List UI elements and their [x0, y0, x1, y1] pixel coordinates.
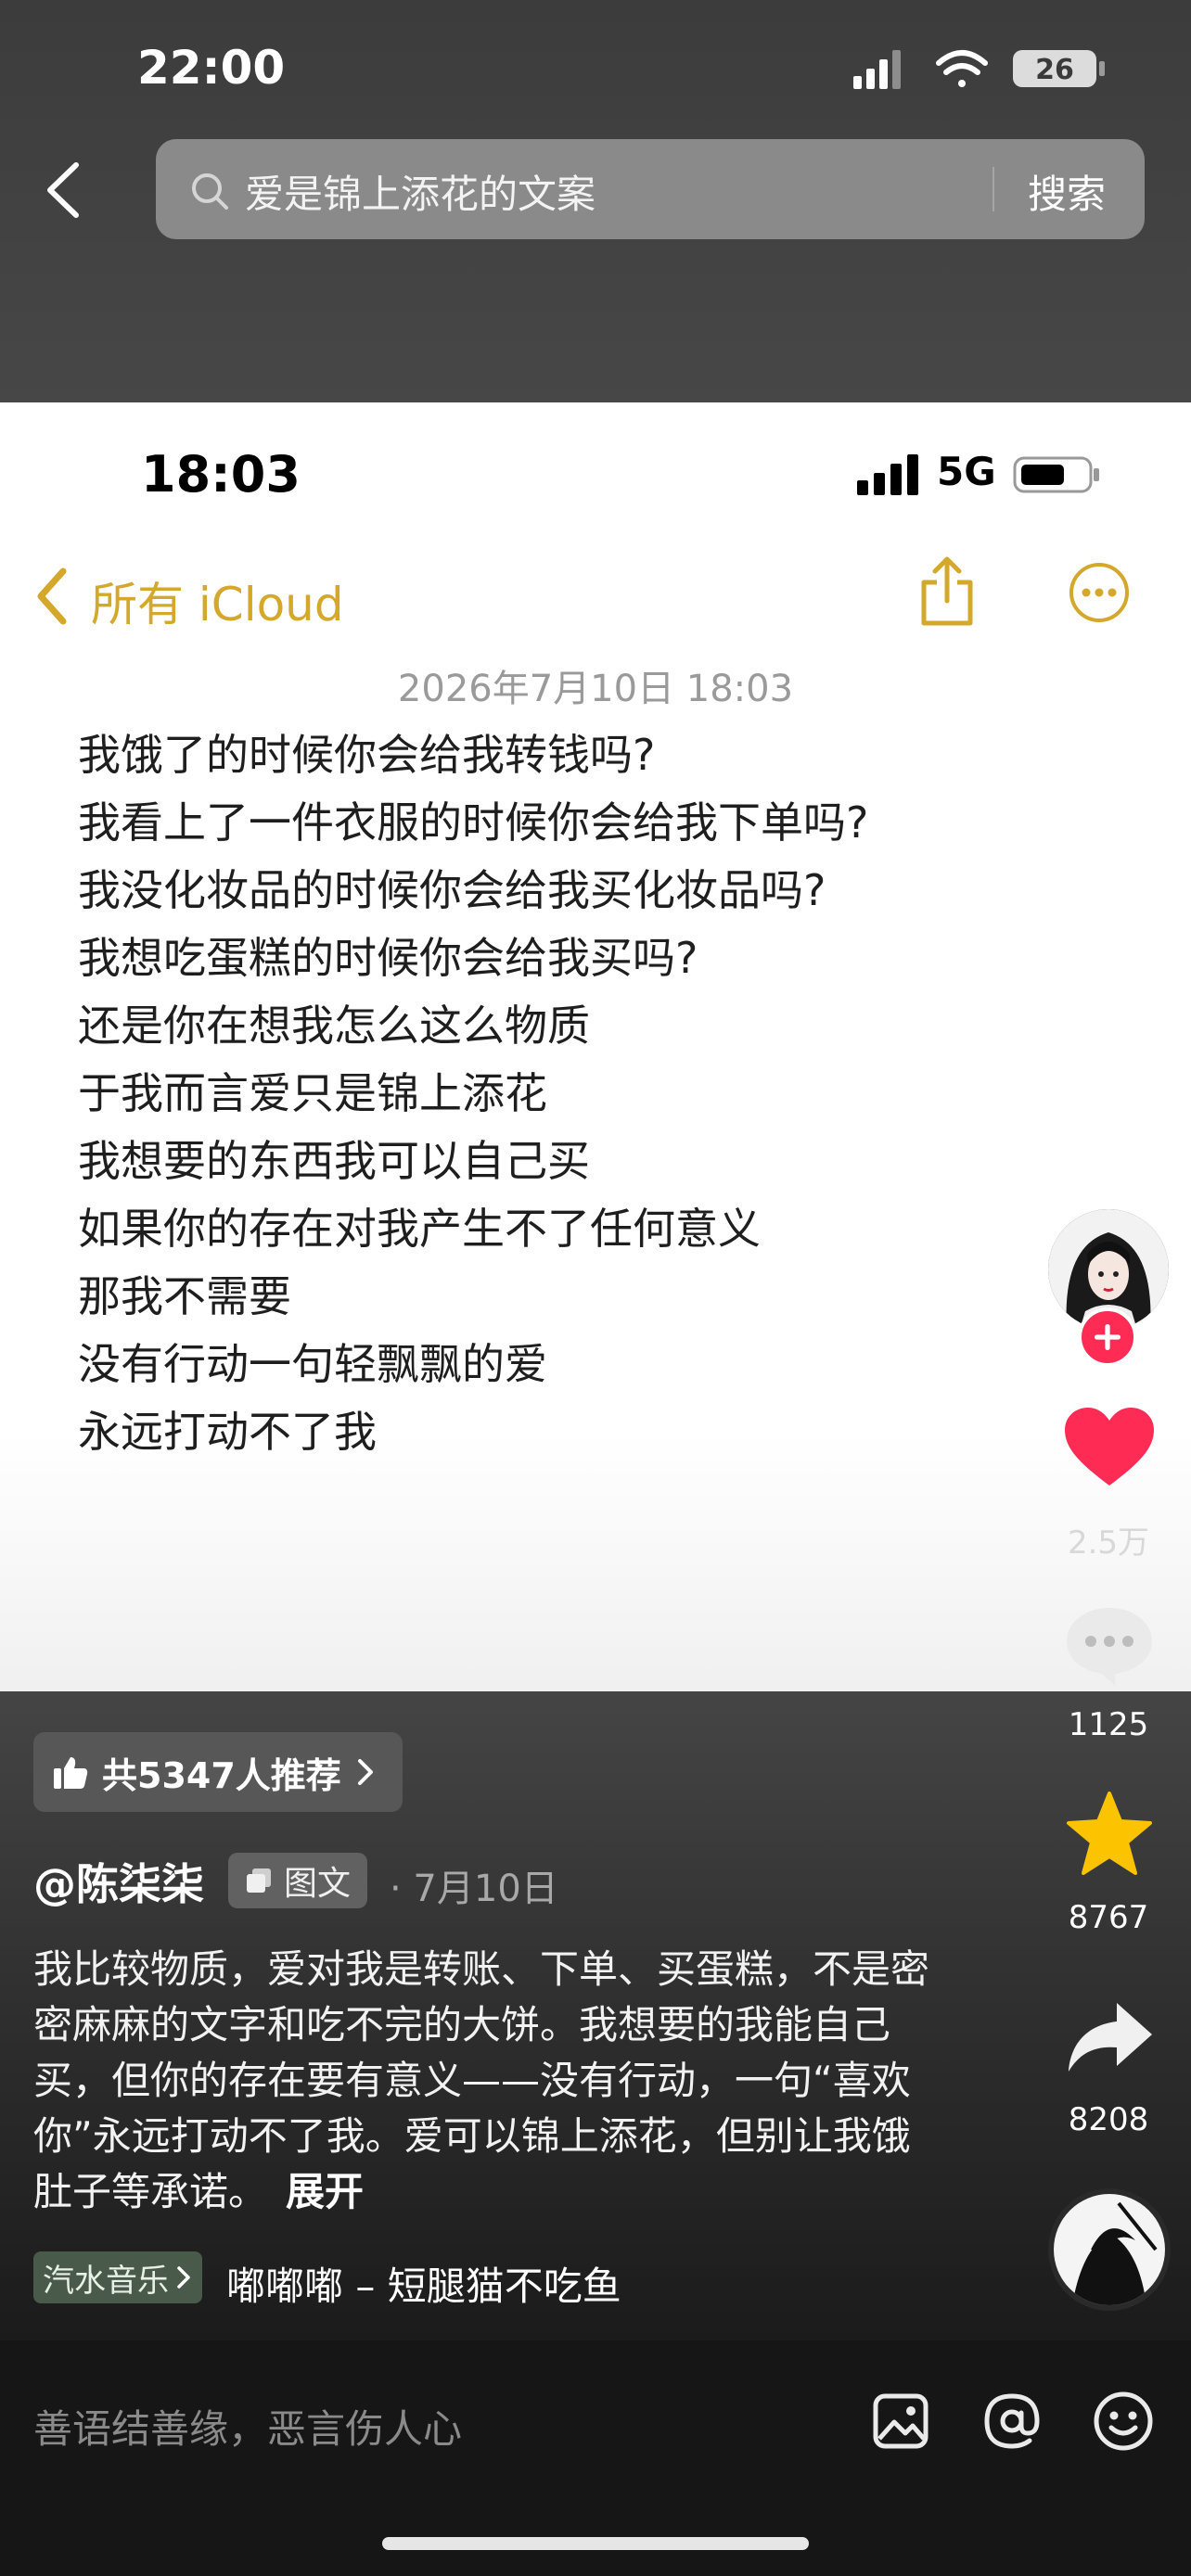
search-button[interactable]: 搜索 — [1028, 163, 1106, 220]
music-track[interactable]: 嘟嘟嘟 – 短腿猫不吃鱼 — [226, 2255, 621, 2312]
search-icon — [192, 173, 228, 210]
battery-level: 26 — [1035, 54, 1074, 86]
note-line: 我想要的东西我可以自己买 — [78, 1136, 590, 1186]
comment-count: 1125 — [1068, 1706, 1149, 1743]
battery-icon: 26 — [1013, 50, 1105, 87]
post-type-label: 图文 — [284, 1865, 352, 1903]
share-icon[interactable] — [918, 555, 976, 629]
heart-icon[interactable] — [1063, 1406, 1156, 1489]
note-line: 我想吃蛋糕的时候你会给我买吗? — [78, 933, 698, 983]
star-icon[interactable] — [1063, 1790, 1156, 1879]
like-count: 2.5万 — [1067, 1524, 1150, 1562]
music-disc[interactable] — [1048, 2188, 1171, 2311]
search-divider — [992, 167, 994, 211]
cellular-signal-icon — [853, 50, 901, 89]
wifi-icon — [936, 50, 988, 87]
chevron-right-icon — [357, 1759, 373, 1785]
caption-text: 我比较物质，爱对我是转账、下单、买蛋糕，不是密密麻麻的文字和吃不完的大饼。我想要… — [33, 1946, 930, 2214]
note-line: 没有行动一句轻飘飘的爱 — [78, 1339, 547, 1389]
emoji-icon[interactable] — [1093, 2391, 1154, 2452]
author-name[interactable]: @陈柒柒 — [33, 1851, 204, 1912]
more-options-icon[interactable] — [1069, 562, 1130, 623]
note-line: 永远打动不了我 — [78, 1407, 377, 1457]
note-line: 我看上了一件衣服的时候你会给我下单吗? — [78, 797, 869, 848]
comment-icon[interactable] — [1063, 1604, 1156, 1688]
recommendation-label: 共5347人推荐 — [102, 1754, 341, 1796]
thumbs-up-icon — [54, 1757, 88, 1789]
expand-link[interactable]: 展开 — [286, 2169, 364, 2214]
search-query[interactable]: 爱是锦上添花的文案 — [245, 163, 596, 220]
music-cover-illustration — [1054, 2194, 1165, 2305]
note-line: 那我不需要 — [78, 1271, 291, 1321]
cellular-signal-icon — [857, 454, 918, 495]
image-text-icon — [247, 1868, 271, 1893]
mention-icon[interactable] — [981, 2391, 1043, 2452]
post-caption: 我比较物质，爱对我是转账、下单、买蛋糕，不是密密麻麻的文字和吃不完的大饼。我想要… — [33, 1942, 942, 2220]
chevron-left-icon[interactable] — [32, 564, 72, 629]
recommendation-pill[interactable]: 共5347人推荐 — [33, 1732, 403, 1812]
network-type: 5G — [937, 449, 996, 494]
status-bar-icons: 26 — [853, 50, 1105, 89]
note-line: 于我而言爱只是锦上添花 — [78, 1068, 547, 1118]
back-arrow-icon[interactable] — [37, 158, 93, 223]
home-indicator — [382, 2537, 809, 2550]
note-line: 我没化妆品的时候你会给我买化妆品吗? — [78, 865, 826, 915]
battery-icon — [1013, 456, 1099, 493]
share-arrow-icon[interactable] — [1063, 1996, 1156, 2079]
comment-input[interactable]: 善语结善缘，恶言伤人心 — [33, 2398, 462, 2455]
favorite-count: 8767 — [1068, 1899, 1149, 1936]
image-icon[interactable] — [872, 2392, 929, 2450]
note-line: 还是你在想我怎么这么物质 — [78, 1001, 590, 1051]
note-date: 2026年7月10日 18:03 — [397, 668, 794, 710]
chevron-right-icon — [177, 2266, 190, 2289]
notes-status-time: 18:03 — [141, 445, 301, 504]
post-date: · 7月10日 — [390, 1868, 558, 1910]
status-time: 22:00 — [137, 41, 286, 95]
follow-plus-button[interactable] — [1078, 1307, 1137, 1367]
notes-back-label[interactable]: 所有 iCloud — [91, 567, 344, 634]
music-source-pill[interactable]: 汽水音乐 — [33, 2251, 202, 2303]
note-body: 我饿了的时候你会给我转钱吗? 我看上了一件衣服的时候你会给我下单吗? 我没化妆品… — [78, 721, 1061, 1466]
music-source-label: 汽水音乐 — [43, 2262, 169, 2300]
note-line: 我饿了的时候你会给我转钱吗? — [78, 730, 656, 780]
share-count: 8208 — [1068, 2101, 1149, 2138]
post-type-badge: 图文 — [228, 1853, 368, 1908]
note-line: 如果你的存在对我产生不了任何意义 — [78, 1204, 761, 1254]
